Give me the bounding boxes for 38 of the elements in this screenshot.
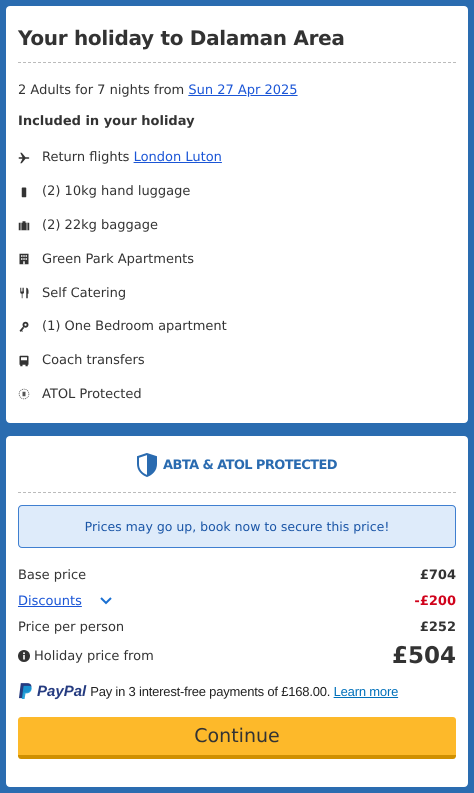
continue-button[interactable]: Continue — [18, 717, 456, 760]
price-value: £704 — [420, 568, 456, 583]
plane-icon — [18, 152, 30, 164]
included-item: (2) 22kg baggage — [42, 218, 158, 233]
price-label: Base price — [18, 568, 86, 583]
luggage-icon — [18, 219, 30, 232]
bus-icon — [18, 354, 30, 367]
shield-icon — [137, 452, 158, 478]
price-label: Holiday price from — [34, 648, 154, 664]
paypal-icon — [18, 682, 33, 702]
learn-more-link[interactable]: Learn more — [334, 684, 398, 700]
included-item: Self Catering — [42, 286, 126, 301]
cutlery-icon — [18, 287, 30, 300]
included-item: Coach transfers — [42, 353, 145, 368]
included-item: (2) 10kg hand luggage — [42, 184, 190, 200]
price-value: -£200 — [414, 594, 456, 609]
price-label: Price per person — [18, 620, 124, 635]
building-icon — [18, 253, 30, 266]
price-notice: Prices may go up, book now to secure this price! — [18, 505, 456, 548]
paypal-logo: PayPal — [37, 683, 86, 700]
emblem-icon — [18, 388, 30, 400]
travel-details: 2 Adults for 7 nights from Sun 27 Apr 2025 — [18, 83, 299, 98]
date-link[interactable]: Sun 27 Apr 2025 — [188, 83, 298, 98]
key-icon — [18, 320, 30, 333]
included-item: ATOL Protected — [42, 386, 142, 402]
chevron-icon[interactable] — [100, 597, 112, 606]
price-value: £252 — [420, 620, 456, 635]
total-price: £504 — [392, 643, 456, 670]
paypal-offer: Pay in 3 interest-free payments of £168.00. Learn more — [90, 684, 398, 700]
airport-link[interactable]: London Luton — [134, 150, 222, 166]
included-heading: Included in your holiday — [18, 114, 196, 129]
discounts-link[interactable]: Discounts — [18, 594, 82, 609]
included-item: (1) One Bedroom apartment — [42, 319, 227, 334]
summary-title: Your holiday to Dalaman Area — [18, 26, 346, 50]
protection-label: ABTA & ATOL PROTECTED — [163, 458, 337, 473]
included-item: Return flights London Luton — [42, 150, 222, 166]
included-item: Green Park Apartments — [42, 252, 194, 267]
info-icon — [18, 650, 30, 662]
